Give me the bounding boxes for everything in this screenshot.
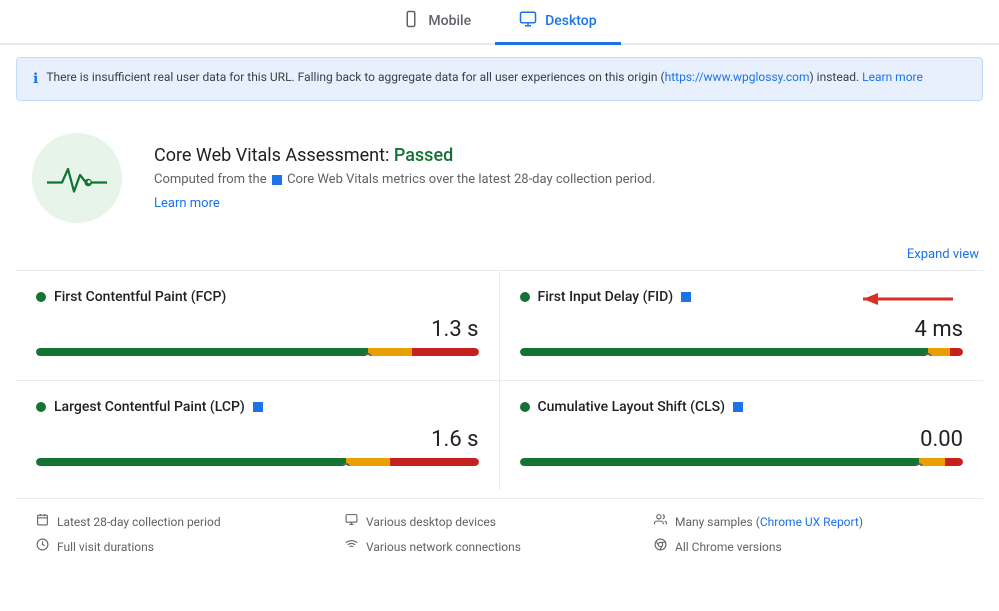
metrics-grid: First Contentful Paint (FCP) 1.3 s First… — [16, 270, 983, 490]
metric-lcp-name: Largest Contentful Paint (LCP) — [54, 399, 245, 415]
metric-cls-progress — [520, 458, 964, 466]
cwv-title: Core Web Vitals Assessment: Passed — [154, 145, 655, 166]
metric-cls-name: Cumulative Layout Shift (CLS) — [538, 399, 726, 415]
tab-mobile[interactable]: Mobile — [378, 0, 495, 45]
cwv-section: Core Web Vitals Assessment: Passed Compu… — [0, 109, 999, 247]
cwv-desc-main: Core Web Vitals metrics over the latest … — [287, 172, 655, 187]
metric-lcp-progress — [36, 458, 479, 466]
cwv-status: Passed — [394, 145, 453, 166]
red-arrow-annotation — [843, 285, 963, 313]
mobile-icon — [402, 10, 420, 32]
tab-desktop[interactable]: Desktop — [495, 0, 620, 45]
footer-chrome-text: All Chrome versions — [675, 540, 782, 554]
metric-fid-value: 4 ms — [520, 317, 964, 342]
footer-visit-text: Full visit durations — [57, 540, 154, 554]
metric-fid-dot — [520, 292, 530, 302]
expand-row: Expand view — [0, 247, 999, 270]
metric-cls-dot — [520, 402, 530, 412]
metric-fcp-dot — [36, 292, 46, 302]
footer-info: Latest 28-day collection period Various … — [16, 498, 983, 569]
info-icon: ℹ — [33, 69, 38, 90]
footer-network-text: Various network connections — [366, 540, 521, 554]
cwv-blue-square — [272, 175, 282, 185]
cwv-desc: Computed from the Core Web Vitals metric… — [154, 170, 655, 190]
people-icon — [654, 513, 667, 530]
chrome-ux-report-link[interactable]: Chrome UX Report — [760, 515, 859, 529]
metric-fid: First Input Delay (FID) 4 ms — [500, 271, 984, 381]
metric-lcp: Largest Contentful Paint (LCP) 1.6 s — [16, 381, 500, 490]
cls-marker — [915, 463, 923, 466]
wifi-icon — [345, 538, 358, 555]
tab-bar: Mobile Desktop — [0, 0, 999, 45]
chrome-icon — [654, 538, 667, 555]
tab-desktop-label: Desktop — [545, 13, 596, 29]
fid-marker — [924, 353, 932, 356]
footer-item-visit: Full visit durations — [36, 538, 345, 555]
fcp-green-bar — [36, 348, 368, 356]
calendar-icon — [36, 513, 49, 530]
footer-item-samples: Many samples (Chrome UX Report) — [654, 513, 963, 530]
cwv-desc-prefix: Computed from the — [154, 172, 267, 187]
banner-link[interactable]: https://www.wpglossy.com — [665, 70, 810, 84]
metric-fcp-value: 1.3 s — [36, 317, 479, 342]
fcp-orange-bar — [368, 348, 412, 356]
metric-fid-header: First Input Delay (FID) — [520, 289, 964, 305]
fid-green-bar — [520, 348, 928, 356]
clock-icon — [36, 538, 49, 555]
footer-period-text: Latest 28-day collection period — [57, 515, 221, 529]
metric-fcp-progress — [36, 348, 479, 356]
lcp-orange-bar — [346, 458, 390, 466]
metric-fcp-name: First Contentful Paint (FCP) — [54, 289, 226, 305]
lcp-green-bar — [36, 458, 346, 466]
fid-red-bar — [950, 348, 963, 356]
footer-item-devices: Various desktop devices — [345, 513, 654, 530]
desktop-icon — [519, 10, 537, 32]
cwv-content: Core Web Vitals Assessment: Passed Compu… — [154, 145, 655, 211]
tab-mobile-label: Mobile — [428, 13, 471, 29]
metric-lcp-blue-square — [253, 402, 263, 412]
monitor-icon — [345, 513, 358, 530]
metric-fid-blue-square — [681, 292, 691, 302]
cls-green-bar — [520, 458, 919, 466]
expand-view-link[interactable]: Expand view — [907, 247, 979, 262]
metric-cls: Cumulative Layout Shift (CLS) 0.00 — [500, 381, 984, 490]
metric-cls-header: Cumulative Layout Shift (CLS) — [520, 399, 964, 415]
footer-item-period: Latest 28-day collection period — [36, 513, 345, 530]
metric-lcp-dot — [36, 402, 46, 412]
cwv-icon-wrap — [32, 133, 122, 223]
fcp-red-bar — [412, 348, 478, 356]
metric-fcp-header: First Contentful Paint (FCP) — [36, 289, 479, 305]
fcp-marker — [364, 353, 372, 356]
cwv-learn-more[interactable]: Learn more — [154, 196, 655, 211]
footer-item-network: Various network connections — [345, 538, 654, 555]
metric-cls-value: 0.00 — [520, 427, 964, 452]
cls-orange-bar — [919, 458, 946, 466]
footer-samples-text: Many samples (Chrome UX Report) — [675, 515, 863, 529]
cls-red-bar — [945, 458, 963, 466]
footer-item-chrome: All Chrome versions — [654, 538, 963, 555]
metric-fid-name: First Input Delay (FID) — [538, 289, 674, 305]
metric-fcp: First Contentful Paint (FCP) 1.3 s — [16, 271, 500, 381]
pulse-icon — [47, 158, 107, 198]
cwv-title-text: Core Web Vitals Assessment: — [154, 145, 389, 166]
metric-lcp-header: Largest Contentful Paint (LCP) — [36, 399, 479, 415]
info-banner: ℹ There is insufficient real user data f… — [16, 57, 983, 101]
lcp-red-bar — [390, 458, 479, 466]
metric-lcp-value: 1.6 s — [36, 427, 479, 452]
banner-text: There is insufficient real user data for… — [46, 68, 923, 86]
metric-cls-blue-square — [733, 402, 743, 412]
footer-devices-text: Various desktop devices — [366, 515, 496, 529]
metric-fid-progress — [520, 348, 964, 356]
lcp-marker — [342, 463, 350, 466]
banner-learn-more[interactable]: Learn more — [862, 70, 923, 84]
